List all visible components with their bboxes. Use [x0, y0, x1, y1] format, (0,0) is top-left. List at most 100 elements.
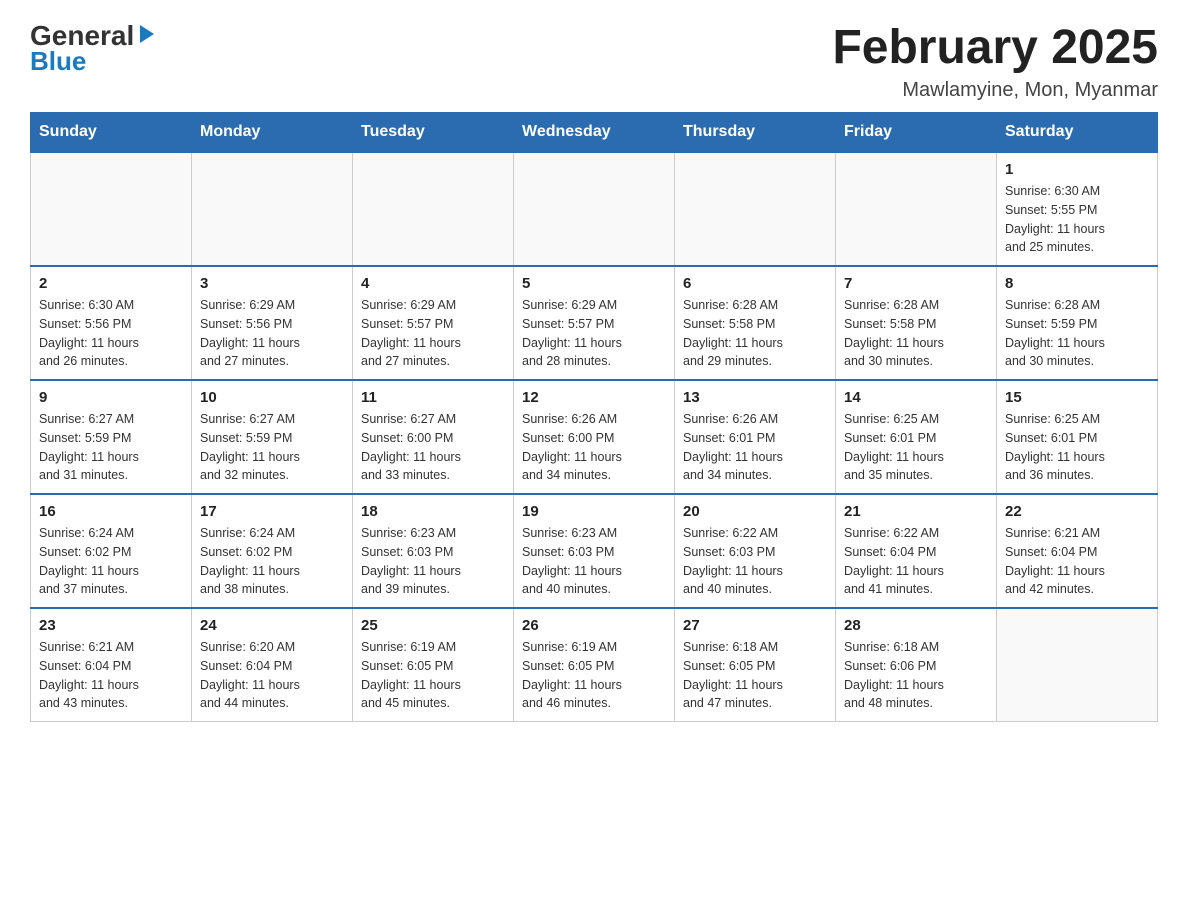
day-number: 16	[39, 503, 183, 520]
header-day-sunday: Sunday	[31, 113, 192, 153]
day-info: Sunrise: 6:21 AMSunset: 6:04 PMDaylight:…	[39, 638, 183, 713]
calendar-cell: 16 Sunrise: 6:24 AMSunset: 6:02 PMDayligh…	[31, 494, 192, 608]
calendar-cell: 1Sunrise: 6:30 AMSunset: 5:55 PMDaylight…	[997, 152, 1158, 266]
day-info: Sunrise: 6:23 AMSunset: 6:03 PMDaylight:…	[361, 524, 505, 599]
day-info: Sunrise: 6:18 AMSunset: 6:06 PMDaylight:…	[844, 638, 988, 713]
day-info: Sunrise: 6:22 AMSunset: 6:04 PMDaylight:…	[844, 524, 988, 599]
day-number: 7	[844, 275, 988, 292]
day-number: 11	[361, 389, 505, 406]
calendar-cell: 24 Sunrise: 6:20 AMSunset: 6:04 PMDayligh…	[192, 608, 353, 722]
calendar-cell	[997, 608, 1158, 722]
calendar-cell: 17 Sunrise: 6:24 AMSunset: 6:02 PMDayligh…	[192, 494, 353, 608]
day-info: Sunrise: 6:29 AMSunset: 5:57 PMDaylight:…	[361, 296, 505, 371]
calendar-cell: 14 Sunrise: 6:25 AMSunset: 6:01 PMDayligh…	[836, 380, 997, 494]
calendar-cell: 4 Sunrise: 6:29 AMSunset: 5:57 PMDaylight…	[353, 266, 514, 380]
calendar-cell	[192, 152, 353, 266]
calendar-cell: 7 Sunrise: 6:28 AMSunset: 5:58 PMDaylight…	[836, 266, 997, 380]
calendar-cell: 10Sunrise: 6:27 AMSunset: 5:59 PMDayligh…	[192, 380, 353, 494]
day-info: Sunrise: 6:22 AMSunset: 6:03 PMDaylight:…	[683, 524, 827, 599]
week-row-2: 2Sunrise: 6:30 AMSunset: 5:56 PMDaylight…	[31, 266, 1158, 380]
day-number: 19	[522, 503, 666, 520]
day-info: Sunrise: 6:25 AMSunset: 6:01 PMDaylight:…	[844, 410, 988, 485]
day-number: 5	[522, 275, 666, 292]
day-info: Sunrise: 6:24 AMSunset: 6:02 PMDaylight:…	[200, 524, 344, 599]
day-number: 14	[844, 389, 988, 406]
calendar-cell: 27 Sunrise: 6:18 AMSunset: 6:05 PMDayligh…	[675, 608, 836, 722]
day-number: 4	[361, 275, 505, 292]
week-row-3: 9 Sunrise: 6:27 AMSunset: 5:59 PMDaylight…	[31, 380, 1158, 494]
header-day-thursday: Thursday	[675, 113, 836, 153]
day-info: Sunrise: 6:20 AMSunset: 6:04 PMDaylight:…	[200, 638, 344, 713]
calendar-cell	[836, 152, 997, 266]
day-number: 23	[39, 617, 183, 634]
day-number: 6	[683, 275, 827, 292]
day-number: 13	[683, 389, 827, 406]
day-number: 17	[200, 503, 344, 520]
calendar-cell: 13 Sunrise: 6:26 AMSunset: 6:01 PMDayligh…	[675, 380, 836, 494]
day-number: 15	[1005, 389, 1149, 406]
day-number: 24	[200, 617, 344, 634]
day-number: 8	[1005, 275, 1149, 292]
header-day-wednesday: Wednesday	[514, 113, 675, 153]
day-number: 20	[683, 503, 827, 520]
calendar-cell: 23 Sunrise: 6:21 AMSunset: 6:04 PMDayligh…	[31, 608, 192, 722]
calendar-cell: 20 Sunrise: 6:22 AMSunset: 6:03 PMDayligh…	[675, 494, 836, 608]
day-info: Sunrise: 6:25 AMSunset: 6:01 PMDaylight:…	[1005, 410, 1149, 485]
day-number: 2	[39, 275, 183, 292]
day-info: Sunrise: 6:28 AMSunset: 5:58 PMDaylight:…	[683, 296, 827, 371]
header-day-friday: Friday	[836, 113, 997, 153]
day-info: Sunrise: 6:29 AMSunset: 5:57 PMDaylight:…	[522, 296, 666, 371]
day-number: 28	[844, 617, 988, 634]
day-number: 27	[683, 617, 827, 634]
day-info: Sunrise: 6:26 AMSunset: 6:01 PMDaylight:…	[683, 410, 827, 485]
day-info: Sunrise: 6:27 AMSunset: 6:00 PMDaylight:…	[361, 410, 505, 485]
calendar-cell: 3 Sunrise: 6:29 AMSunset: 5:56 PMDaylight…	[192, 266, 353, 380]
day-info: Sunrise: 6:27 AMSunset: 5:59 PMDaylight:…	[39, 410, 183, 485]
week-row-4: 16 Sunrise: 6:24 AMSunset: 6:02 PMDayligh…	[31, 494, 1158, 608]
calendar-cell: 21 Sunrise: 6:22 AMSunset: 6:04 PMDayligh…	[836, 494, 997, 608]
header-day-saturday: Saturday	[997, 113, 1158, 153]
calendar-cell: 11 Sunrise: 6:27 AMSunset: 6:00 PMDayligh…	[353, 380, 514, 494]
calendar-cell: 2Sunrise: 6:30 AMSunset: 5:56 PMDaylight…	[31, 266, 192, 380]
header-day-tuesday: Tuesday	[353, 113, 514, 153]
day-number: 21	[844, 503, 988, 520]
calendar-body: 1Sunrise: 6:30 AMSunset: 5:55 PMDaylight…	[31, 152, 1158, 722]
page-header: General Blue February 2025 Mawlamyine, M…	[30, 20, 1158, 102]
day-info: Sunrise: 6:30 AMSunset: 5:55 PMDaylight:…	[1005, 182, 1149, 257]
day-info: Sunrise: 6:18 AMSunset: 6:05 PMDaylight:…	[683, 638, 827, 713]
calendar-cell	[675, 152, 836, 266]
calendar-cell: 6 Sunrise: 6:28 AMSunset: 5:58 PMDaylight…	[675, 266, 836, 380]
calendar-subtitle: Mawlamyine, Mon, Myanmar	[832, 79, 1158, 102]
day-info: Sunrise: 6:28 AMSunset: 5:58 PMDaylight:…	[844, 296, 988, 371]
calendar-title: February 2025	[832, 20, 1158, 75]
day-number: 25	[361, 617, 505, 634]
day-number: 3	[200, 275, 344, 292]
calendar-cell	[353, 152, 514, 266]
logo-arrow-icon	[136, 23, 158, 45]
calendar-cell	[31, 152, 192, 266]
day-number: 18	[361, 503, 505, 520]
calendar-cell: 12 Sunrise: 6:26 AMSunset: 6:00 PMDayligh…	[514, 380, 675, 494]
day-number: 9	[39, 389, 183, 406]
logo: General Blue	[30, 20, 158, 77]
day-info: Sunrise: 6:26 AMSunset: 6:00 PMDaylight:…	[522, 410, 666, 485]
calendar-cell: 19 Sunrise: 6:23 AMSunset: 6:03 PMDayligh…	[514, 494, 675, 608]
day-number: 26	[522, 617, 666, 634]
day-info: Sunrise: 6:28 AMSunset: 5:59 PMDaylight:…	[1005, 296, 1149, 371]
day-number: 10	[200, 389, 344, 406]
week-row-5: 23 Sunrise: 6:21 AMSunset: 6:04 PMDayligh…	[31, 608, 1158, 722]
calendar-header: SundayMondayTuesdayWednesdayThursdayFrid…	[31, 113, 1158, 153]
calendar-cell: 18 Sunrise: 6:23 AMSunset: 6:03 PMDayligh…	[353, 494, 514, 608]
title-block: February 2025 Mawlamyine, Mon, Myanmar	[832, 20, 1158, 102]
calendar-cell: 9 Sunrise: 6:27 AMSunset: 5:59 PMDaylight…	[31, 380, 192, 494]
day-number: 22	[1005, 503, 1149, 520]
day-info: Sunrise: 6:23 AMSunset: 6:03 PMDaylight:…	[522, 524, 666, 599]
day-number: 12	[522, 389, 666, 406]
calendar-cell: 22 Sunrise: 6:21 AMSunset: 6:04 PMDayligh…	[997, 494, 1158, 608]
day-info: Sunrise: 6:21 AMSunset: 6:04 PMDaylight:…	[1005, 524, 1149, 599]
day-info: Sunrise: 6:29 AMSunset: 5:56 PMDaylight:…	[200, 296, 344, 371]
header-day-monday: Monday	[192, 113, 353, 153]
day-info: Sunrise: 6:19 AMSunset: 6:05 PMDaylight:…	[522, 638, 666, 713]
calendar-table: SundayMondayTuesdayWednesdayThursdayFrid…	[30, 112, 1158, 722]
day-info: Sunrise: 6:24 AMSunset: 6:02 PMDaylight:…	[39, 524, 183, 599]
